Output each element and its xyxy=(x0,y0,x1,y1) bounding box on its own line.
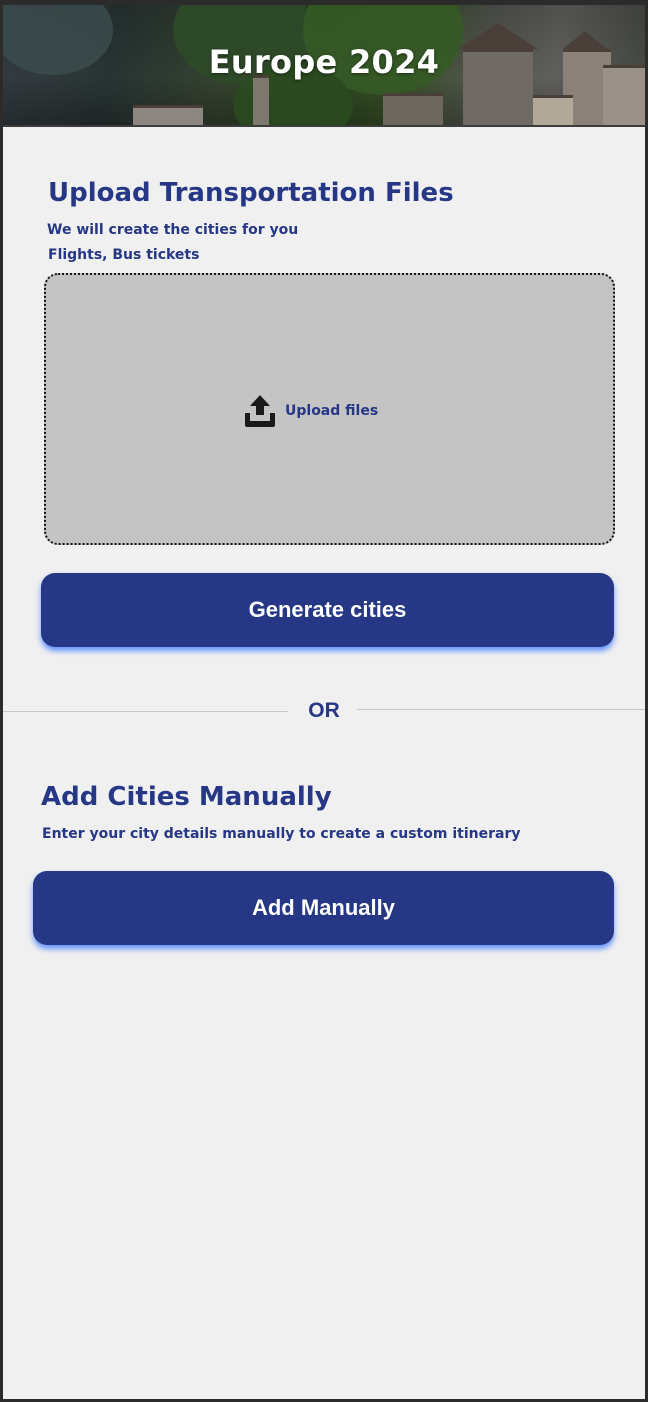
divider-line-right xyxy=(357,709,645,710)
app-screen: Europe 2024 Upload Transportation Files … xyxy=(3,5,645,1399)
manual-subtitle: Enter your city details manually to crea… xyxy=(42,826,521,842)
header-divider xyxy=(3,125,645,127)
upload-section-title: Upload Transportation Files xyxy=(48,178,454,208)
upload-files-label: Upload files xyxy=(285,403,379,419)
generate-cities-button[interactable]: Generate cities xyxy=(41,573,614,647)
upload-subtitle-line1: We will create the cities for you xyxy=(47,222,299,238)
manual-section-title: Add Cities Manually xyxy=(41,782,332,812)
or-divider-label: OR xyxy=(308,699,340,722)
header-banner: Europe 2024 xyxy=(3,5,645,125)
file-dropzone[interactable]: Upload files xyxy=(44,273,615,545)
trip-title: Europe 2024 xyxy=(208,43,440,81)
upload-subtitle-line2: Flights, Bus tickets xyxy=(48,247,200,263)
divider-line-left xyxy=(3,711,288,712)
upload-files-button[interactable]: Upload files xyxy=(243,393,378,429)
add-manually-button[interactable]: Add Manually xyxy=(33,871,614,945)
upload-icon xyxy=(245,395,275,427)
